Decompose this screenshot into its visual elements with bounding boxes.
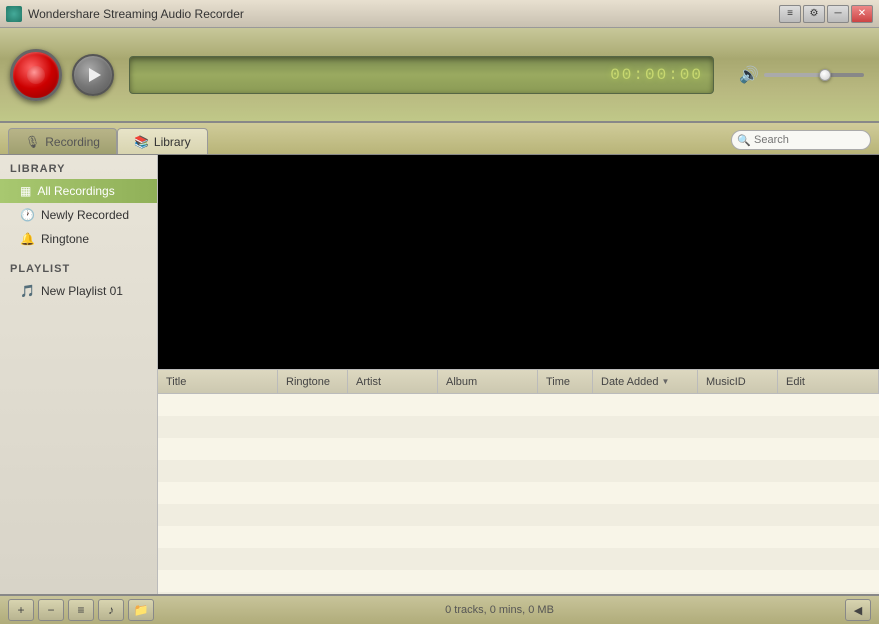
col-edit: Edit (778, 370, 879, 393)
play-icon (89, 68, 101, 82)
sidebar-item-all-recordings[interactable]: ▦ All Recordings (0, 179, 157, 203)
search-input[interactable] (731, 130, 871, 150)
tab-recording-label: Recording (45, 135, 100, 149)
convert-button[interactable]: ♪ (98, 599, 124, 621)
progress-area: 00:00:00 (129, 56, 714, 94)
all-recordings-label: All Recordings (37, 184, 114, 198)
progress-bar[interactable]: 00:00:00 (129, 56, 714, 94)
search-area: 🔍 (208, 130, 871, 154)
ringtone-label: Ringtone (41, 232, 89, 246)
col-musicid: MusicID (698, 370, 778, 393)
recording-tab-icon: 🎙 (25, 135, 40, 149)
volume-control: 🔊 (739, 65, 869, 85)
col-artist: Artist (348, 370, 438, 393)
table-header: Title Ringtone Artist Album Time Date Ad… (158, 370, 879, 394)
video-area (158, 155, 879, 369)
main-content: LIBRARY ▦ All Recordings 🕐 Newly Recorde… (0, 155, 879, 594)
col-album: Album (438, 370, 538, 393)
search-wrapper: 🔍 (731, 130, 871, 150)
col-title: Title (158, 370, 278, 393)
content-area: Title Ringtone Artist Album Time Date Ad… (158, 155, 879, 594)
volume-slider[interactable] (764, 73, 864, 77)
library-tab-icon: 📚 (134, 135, 149, 149)
record-button[interactable] (10, 49, 62, 101)
table-area: Title Ringtone Artist Album Time Date Ad… (158, 369, 879, 594)
timer-display: 00:00:00 (610, 66, 703, 84)
status-text: 0 tracks, 0 mins, 0 MB (445, 604, 554, 616)
tab-recording[interactable]: 🎙 Recording (8, 128, 117, 154)
tab-library[interactable]: 📚 Library (117, 128, 208, 154)
col-time: Time (538, 370, 593, 393)
library-section-header: LIBRARY (0, 155, 157, 179)
playlist-section-header: PLAYLIST (0, 255, 157, 279)
settings-button[interactable]: ⚙ (803, 5, 825, 23)
new-playlist-01-label: New Playlist 01 (41, 284, 123, 298)
back-button[interactable]: ◀ (845, 599, 871, 621)
grid-icon: ▦ (20, 184, 31, 198)
status-bar: 0 tracks, 0 mins, 0 MB (158, 604, 841, 616)
minimize-button[interactable]: ─ (827, 5, 849, 23)
folder-button[interactable]: 📁 (128, 599, 154, 621)
volume-icon: 🔊 (739, 65, 759, 85)
app-icon (6, 6, 22, 22)
record-dot (27, 66, 45, 84)
menu-button[interactable]: ≡ (779, 5, 801, 23)
sidebar-item-newly-recorded[interactable]: 🕐 Newly Recorded (0, 203, 157, 227)
bottom-bar: + − ≡ ♪ 📁 0 tracks, 0 mins, 0 MB ◀ (0, 594, 879, 624)
close-button[interactable]: ✕ (851, 5, 873, 23)
sort-arrow-icon: ▼ (662, 377, 670, 386)
tab-library-label: Library (154, 135, 191, 149)
search-icon: 🔍 (737, 134, 751, 147)
filter-button[interactable]: ≡ (68, 599, 94, 621)
newly-recorded-label: Newly Recorded (41, 208, 129, 222)
bell-icon: 🔔 (20, 232, 35, 246)
volume-thumb[interactable] (819, 69, 831, 81)
play-button[interactable] (72, 54, 114, 96)
sidebar-item-new-playlist-01[interactable]: 🎵 New Playlist 01 (0, 279, 157, 303)
remove-button[interactable]: − (38, 599, 64, 621)
app-title: Wondershare Streaming Audio Recorder (28, 7, 779, 21)
sidebar-item-ringtone[interactable]: 🔔 Ringtone (0, 227, 157, 251)
title-bar: Wondershare Streaming Audio Recorder ≡ ⚙… (0, 0, 879, 28)
sidebar: LIBRARY ▦ All Recordings 🕐 Newly Recorde… (0, 155, 158, 594)
col-ringtone: Ringtone (278, 370, 348, 393)
col-date-added[interactable]: Date Added ▼ (593, 370, 698, 393)
music-icon: 🎵 (20, 284, 35, 298)
table-rows (158, 394, 879, 594)
tab-bar: 🎙 Recording 📚 Library 🔍 (0, 123, 879, 155)
clock-icon: 🕐 (20, 208, 35, 222)
toolbar: 00:00:00 🔊 (0, 28, 879, 123)
add-button[interactable]: + (8, 599, 34, 621)
window-controls: ≡ ⚙ ─ ✕ (779, 5, 873, 23)
